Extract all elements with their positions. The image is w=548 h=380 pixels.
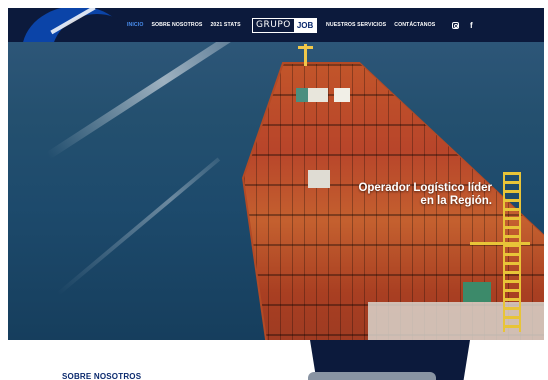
site-header: Inicio Sobre Nosotros 2021 Stats GRUPO J… bbox=[8, 8, 544, 42]
hero-headline-line2: en la Región. bbox=[420, 195, 492, 207]
about-image-card bbox=[308, 372, 436, 380]
nav-item-2021-stats[interactable]: 2021 Stats bbox=[210, 22, 240, 28]
brand-logo[interactable]: GRUPO JOB bbox=[252, 18, 318, 33]
section-title: SOBRE NOSOTROS bbox=[62, 372, 142, 380]
hero-headline: Operador Logístico líder en la Región. bbox=[358, 182, 492, 208]
ship-wake bbox=[45, 42, 244, 160]
logo-graphic[interactable] bbox=[8, 8, 118, 42]
about-section: SOBRE NOSOTROS bbox=[8, 340, 544, 380]
brand-text-grupo: GRUPO bbox=[256, 20, 291, 30]
nav-item-contactanos[interactable]: Contáctanos bbox=[394, 22, 435, 28]
instagram-link[interactable] bbox=[452, 8, 459, 42]
ship-wake-secondary bbox=[56, 157, 221, 296]
container-white bbox=[334, 88, 350, 102]
nav-item-inicio[interactable]: Inicio bbox=[127, 22, 143, 28]
ship-crane-arm bbox=[470, 242, 530, 245]
nav-left: Inicio Sobre Nosotros 2021 Stats bbox=[127, 8, 249, 42]
nav-item-sobre-nosotros[interactable]: Sobre Nosotros bbox=[151, 22, 202, 28]
ship-crane bbox=[503, 172, 521, 332]
nav-right: Nuestros Servicios Contáctanos bbox=[326, 8, 443, 42]
container-green bbox=[463, 282, 491, 302]
hero-banner: Operador Logístico líder en la Región. bbox=[8, 42, 544, 340]
container-green bbox=[296, 88, 308, 102]
container-white bbox=[308, 170, 330, 188]
hero-headline-line1: Operador Logístico líder bbox=[358, 182, 492, 194]
facebook-icon: f bbox=[470, 20, 473, 30]
ship-mast-top bbox=[298, 46, 313, 49]
nav-item-nuestros-servicios[interactable]: Nuestros Servicios bbox=[326, 22, 386, 28]
brand-text-job: JOB bbox=[293, 19, 317, 32]
page-frame: Inicio Sobre Nosotros 2021 Stats GRUPO J… bbox=[8, 8, 544, 380]
facebook-link[interactable]: f bbox=[470, 8, 473, 42]
container-white bbox=[308, 88, 328, 102]
instagram-icon bbox=[452, 21, 459, 29]
